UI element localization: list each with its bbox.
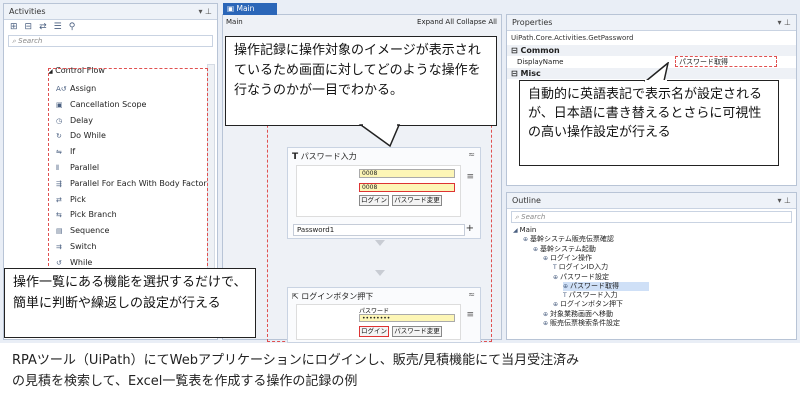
callout-top-text: 操作記録に操作対象のイメージが表示されているため画面に対してどのような操作を行な… bbox=[234, 43, 481, 98]
flow-arrow-3 bbox=[375, 270, 385, 276]
preview-login-button: ログイン bbox=[359, 326, 389, 337]
activity-node-icon: ⊕ bbox=[523, 236, 529, 244]
tab-main-label: Main bbox=[236, 4, 255, 13]
filter-icon[interactable]: ⚲ bbox=[69, 22, 83, 32]
callout-right-text: 自動的に英語表記で表示名が設定されるが、日本語に書き替えるとさらに可視性の高い操… bbox=[528, 87, 763, 140]
outline-item-label: パスワード入力 bbox=[568, 291, 618, 300]
outline-item[interactable]: ⊕ ログインボタン押下 bbox=[553, 300, 623, 309]
document-icon: ▣ bbox=[227, 4, 235, 13]
properties-title-bar: Properties ▾ ⊥ bbox=[507, 15, 796, 31]
list-icon[interactable]: ☰ bbox=[54, 22, 69, 32]
collapse-icon[interactable]: ⊟ bbox=[25, 22, 40, 32]
caption-line-2: の見積を検索して、Excel一覧表を作成する操作の記録の例 bbox=[12, 374, 358, 389]
outline-item-label: ログインID入力 bbox=[558, 263, 609, 272]
uipath-studio: Activities ▾ ⊥ ⊞⊟⇄☰⚲ ⌕ Search ◢ Control … bbox=[0, 0, 800, 343]
outline-item-label: ログイン操作 bbox=[550, 253, 593, 262]
section-common[interactable]: ⊟ Common bbox=[507, 45, 796, 56]
designer-main-label: Main bbox=[226, 18, 243, 26]
preview-password-dots: •••••••• bbox=[359, 314, 455, 322]
activity2-title: ログインボタン押下 bbox=[301, 292, 374, 301]
outline-search[interactable]: ⌕ Search bbox=[511, 211, 792, 223]
activities-title: Activities bbox=[9, 7, 46, 16]
callout-left-text: 操作一覧にある機能を選択するだけで、簡単に判断や繰返しの設定が行える bbox=[13, 275, 247, 311]
outline-item[interactable]: ⊕ 基幹システム起動 bbox=[533, 245, 596, 254]
outline-item[interactable]: ⊕ 基幹システム販売伝票確認 bbox=[523, 235, 614, 244]
activity-node-icon: ⊕ bbox=[563, 282, 569, 290]
callout-left: 操作一覧にある機能を選択するだけで、簡単に判断や繰返しの設定が行える bbox=[4, 268, 256, 338]
click-icon: ⇱ bbox=[292, 292, 299, 301]
search-icon: ⌕ bbox=[12, 37, 16, 45]
collapse-all-label: Collapse All bbox=[456, 18, 497, 26]
outline-item-label: パスワード設定 bbox=[560, 272, 610, 281]
outline-item[interactable]: T パスワード入力 bbox=[563, 291, 618, 300]
preview-change-password-button: パスワード変更 bbox=[392, 326, 442, 337]
activity-node-icon: T bbox=[563, 292, 567, 300]
activities-title-bar: Activities ▾ ⊥ bbox=[4, 4, 217, 20]
pin-icon[interactable]: ▾ ⊥ bbox=[198, 4, 212, 19]
outline-item-label: ログインボタン押下 bbox=[560, 300, 624, 309]
outline-item[interactable]: ⊕ パスワード設定 bbox=[553, 273, 609, 282]
refresh-icon[interactable]: ⇄ bbox=[39, 22, 54, 32]
outline-item[interactable]: ⊕ ログイン操作 bbox=[543, 254, 592, 263]
section-common-label: Common bbox=[520, 46, 560, 55]
callout-top-pointer bbox=[358, 124, 401, 148]
display-name-label: DisplayName bbox=[517, 58, 564, 66]
activity-node-icon: T bbox=[553, 264, 557, 272]
callout-right-pointer bbox=[643, 62, 669, 82]
collapse-arrow-icon: ⊟ bbox=[511, 46, 518, 55]
activity-node-icon: ⊕ bbox=[533, 245, 539, 253]
outline-panel: Outline ▾ ⊥ ⌕ Search ◢ Main ⊕ 基幹システム販売伝票確認 ⊕… bbox=[506, 192, 797, 340]
activity-node-icon: ⊕ bbox=[553, 301, 559, 309]
outline-item-label: Main bbox=[519, 226, 537, 234]
activity-node-icon: ⊕ bbox=[543, 310, 549, 318]
properties-title: Properties bbox=[512, 18, 553, 27]
outline-item-label: 対象業務画面へ移動 bbox=[550, 309, 614, 318]
outline-item-label: 基幹システム販売伝票確認 bbox=[530, 235, 614, 244]
flow-arrow-2 bbox=[375, 240, 385, 246]
section-misc-label: Misc bbox=[520, 69, 541, 78]
designer-tab[interactable]: ▣ Main bbox=[223, 3, 277, 15]
outline-item-label: 基幹システム起動 bbox=[540, 244, 596, 253]
pin-icon[interactable]: ▾ ⊥ bbox=[777, 193, 791, 208]
expand-arrow-icon: ◢ bbox=[513, 227, 518, 234]
expand-icon[interactable]: ⊞ bbox=[10, 22, 25, 32]
outline-item[interactable]: ◢ Main bbox=[513, 226, 536, 235]
outline-item-label: 販売伝票検索条件設定 bbox=[550, 319, 621, 327]
outline-item-label: パスワード取得 bbox=[570, 281, 620, 290]
outline-item[interactable]: ⊕ 対象業務画面へ移動 bbox=[543, 310, 613, 319]
outline-title-bar: Outline ▾ ⊥ bbox=[507, 193, 796, 209]
expand-all-label: Expand All bbox=[417, 18, 455, 26]
collapse-arrow-icon: ⊟ bbox=[511, 69, 518, 78]
caption: RPAツール（UiPath）にてWebアプリケーションにログインし、販売/見積機… bbox=[12, 350, 797, 392]
outline-item[interactable]: ⊕ パスワード取得 bbox=[563, 281, 650, 291]
activities-search-input[interactable]: Search bbox=[18, 37, 42, 45]
screenshot-preview: パスワード •••••••• ログイン パスワード変更 bbox=[296, 304, 461, 340]
outline-item[interactable]: ⊕ 販売伝票検索条件設定 bbox=[543, 319, 620, 328]
collapse-icon[interactable]: ≈ bbox=[468, 290, 475, 299]
activity-login-click[interactable]: ⇱ ログインボタン押下 ≈ パスワード •••••••• ログイン パスワード変… bbox=[287, 287, 481, 343]
caption-line-1: RPAツール（UiPath）にてWebアプリケーションにログインし、販売/見積機… bbox=[12, 353, 580, 368]
callout-right: 自動的に英語表記で表示名が設定されるが、日本語に書き替えるとさらに可視性の高い操… bbox=[519, 80, 779, 166]
expand-all-link[interactable]: Expand All Collapse All bbox=[417, 18, 497, 26]
activities-search[interactable]: ⌕ Search bbox=[8, 35, 213, 47]
activities-toolbar: ⊞⊟⇄☰⚲ bbox=[4, 20, 217, 35]
activity-node-icon: ⊕ bbox=[543, 254, 549, 262]
activity-node-icon: ⊕ bbox=[553, 273, 559, 281]
activity-title: ⇱ ログインボタン押下 bbox=[292, 291, 373, 302]
menu-icon[interactable]: ≡ bbox=[466, 310, 474, 320]
pin-icon[interactable]: ▾ ⊥ bbox=[777, 15, 791, 30]
outline-title: Outline bbox=[512, 196, 541, 205]
outline-search-input[interactable]: Search bbox=[521, 213, 545, 221]
callout-top: 操作記録に操作対象のイメージが表示されているため画面に対してどのような操作を行な… bbox=[225, 36, 497, 126]
display-name-field[interactable]: パスワード取得 bbox=[675, 56, 777, 67]
outline-item[interactable]: T ログインID入力 bbox=[553, 263, 608, 272]
activity-node-icon: ⊕ bbox=[543, 320, 549, 327]
search-icon: ⌕ bbox=[515, 213, 519, 221]
properties-subtitle: UiPath.Core.Activities.GetPassword bbox=[511, 34, 634, 42]
